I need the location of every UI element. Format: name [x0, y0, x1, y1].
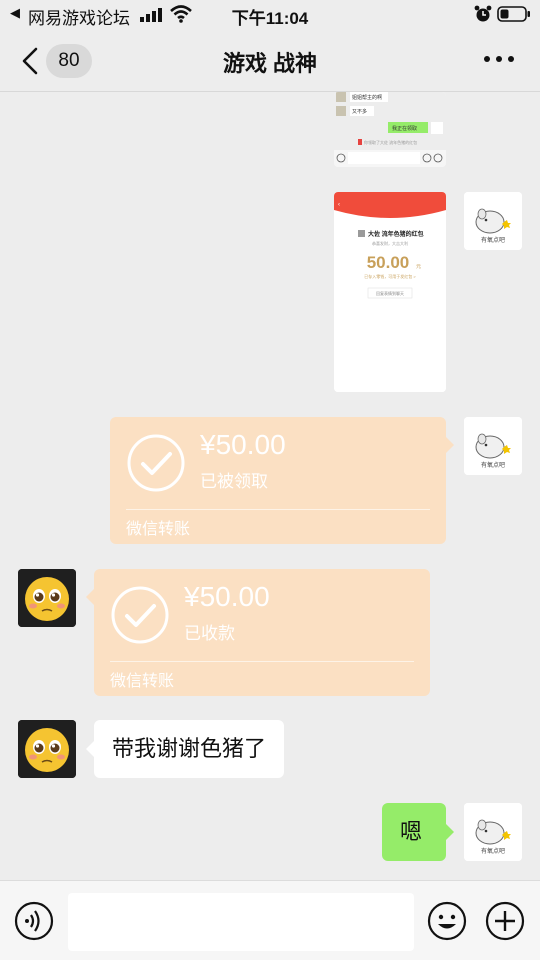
text-message-sent[interactable]: 嗯 [382, 803, 454, 861]
bubble-tail [86, 589, 94, 605]
input-bar [0, 880, 540, 960]
chat-shot-text-3: 我正在领取 [392, 125, 417, 132]
red-shot-title: 大佐 流年色猪的红包 [368, 230, 424, 238]
transfer-card-received[interactable]: ¥50.00 已收款 微信转账 [86, 569, 430, 696]
check-circle-icon [111, 586, 169, 644]
voice-icon[interactable] [14, 901, 54, 941]
friend-avatar[interactable] [18, 569, 76, 627]
bubble-tail [86, 741, 94, 757]
transfer-footer: 微信转账 [110, 673, 175, 690]
transfer-amount: ¥50.00 [200, 429, 286, 460]
emoji-icon[interactable] [427, 901, 467, 941]
bubble-tail [446, 824, 454, 840]
hamster-avatar-icon: 有氧点吧 [464, 192, 522, 250]
message-text: 带我谢谢色猪了 [112, 736, 267, 761]
chat-header: 80 游戏 战神 [0, 30, 540, 92]
friend-avatar[interactable] [18, 720, 76, 778]
red-shot-note: 已存入零钱，可用于发红包 > [364, 273, 416, 279]
red-shot-amount: 50.00 [367, 253, 410, 272]
transfer-footer: 微信转账 [126, 521, 191, 538]
my-avatar[interactable]: 有氧点吧 [464, 803, 522, 861]
my-avatar[interactable]: 有氧点吧 [464, 417, 522, 475]
hamster-avatar-icon: 有氧点吧 [464, 803, 522, 861]
text-message-received[interactable]: 带我谢谢色猪了 [86, 720, 285, 778]
transfer-status: 已收款 [184, 624, 235, 643]
svg-text:‹: ‹ [338, 202, 340, 208]
avatar-caption: 有氧点吧 [481, 847, 505, 855]
transfer-card-sent[interactable]: ¥50.00 已被领取 微信转账 [110, 417, 454, 544]
avatar-caption: 有氧点吧 [481, 461, 505, 469]
hamster-avatar-icon: 有氧点吧 [464, 417, 522, 475]
red-shot-subtitle: 恭喜发财，大吉大利 [372, 240, 408, 246]
chat-screenshot-image[interactable]: 姐姐帮主的啊 又不多 我正在领取 你领取了大佐 流年色猪的红包 [334, 92, 446, 167]
transfer-divider [110, 661, 414, 662]
transfer-divider [126, 509, 430, 510]
check-circle-icon [127, 434, 185, 492]
status-time: 下午11:04 [231, 9, 309, 28]
avatar-caption: 有氧点吧 [481, 236, 505, 244]
transfer-status: 已被领取 [200, 472, 268, 491]
battery-icon [497, 6, 530, 22]
chat-shot-text-1: 姐姐帮主的啊 [352, 94, 382, 101]
pleading-face-emoji-icon [18, 569, 76, 627]
message-input[interactable] [68, 893, 414, 951]
pleading-face-emoji-icon [18, 720, 76, 778]
more-dots-icon[interactable] [484, 56, 514, 64]
red-shot-reply: 回复表情到聊天 [376, 290, 404, 296]
message-text: 嗯 [400, 819, 423, 844]
chat-title: 游戏 战神 [222, 51, 318, 76]
bubble-tail [446, 437, 454, 453]
status-bar: ◀ 网易游戏论坛 下午11:04 [0, 0, 540, 30]
plus-icon[interactable] [485, 901, 525, 941]
chat-shot-text-2: 又不多 [352, 108, 367, 115]
red-packet-screenshot-image[interactable]: ‹ 大佐 流年色猪的红包 恭喜发财，大吉大利 50.00 元 已存入零钱，可用于… [334, 192, 446, 392]
chat-shot-text-4: 你领取了大佐 流年色猪的红包 [364, 139, 417, 145]
red-shot-unit: 元 [416, 264, 421, 270]
alarm-icon [474, 5, 492, 22]
transfer-amount: ¥50.00 [184, 581, 270, 612]
my-avatar[interactable]: 有氧点吧 [464, 192, 522, 250]
